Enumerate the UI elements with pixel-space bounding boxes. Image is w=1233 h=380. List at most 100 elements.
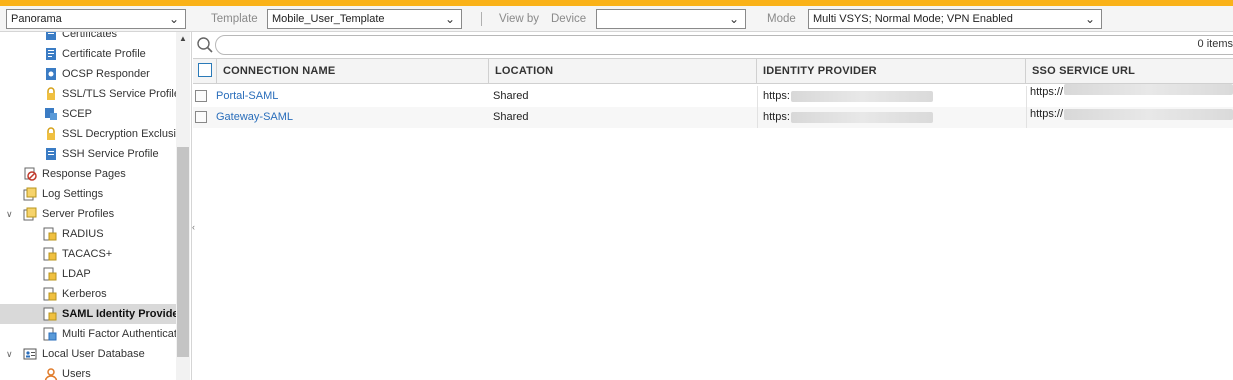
tree-item-label: SCEP (62, 108, 92, 120)
tree-item-ocsp-responder[interactable]: OCSP Responder (0, 64, 176, 84)
item-count: 0 items (1197, 38, 1233, 50)
scep-icon (45, 108, 57, 120)
server-profile-icon (43, 327, 57, 341)
ssh-profile-icon (46, 148, 56, 160)
chevron-down-icon: ⌄ (168, 12, 179, 26)
tree-item-ssl-tls-service-profile[interactable]: SSL/TLS Service Profile (0, 84, 176, 104)
sso-url-cell: https:// (1030, 108, 1064, 120)
cell-divider (757, 107, 758, 128)
sso-url-cell: https:// (1030, 86, 1064, 98)
redacted-value (791, 112, 933, 123)
cell-divider (757, 86, 758, 107)
context-toolbar: Panorama ⌄ Template Mobile_User_Template… (0, 6, 1233, 32)
tree-item-label: TACACS+ (62, 248, 113, 260)
scrollbar-thumb[interactable] (177, 147, 189, 357)
tree-item-radius[interactable]: RADIUS (0, 224, 176, 244)
server-profile-icon (43, 267, 57, 281)
tree-item-users[interactable]: Users (0, 364, 176, 380)
tree-item-label: Kerberos (62, 288, 107, 300)
tree-item-label: Log Settings (42, 188, 104, 200)
filter-bar: 0 items (193, 32, 1233, 58)
chevron-down-icon: ⌄ (444, 12, 455, 26)
column-header-connection-name[interactable]: CONNECTION NAME (217, 59, 489, 83)
tree-item-kerberos[interactable]: Kerberos (0, 284, 176, 304)
cell-divider (1026, 107, 1027, 128)
toolbar-separator (481, 12, 482, 26)
tree-item-scep[interactable]: SCEP (0, 104, 176, 124)
chevron-down-icon: ⌄ (1084, 12, 1095, 26)
template-select[interactable]: Mobile_User_Template ⌄ (267, 9, 462, 29)
tree-item-saml-identity-provider[interactable]: SAML Identity Provider (0, 304, 176, 324)
tree-item-label: RADIUS (62, 228, 104, 240)
tree-item-ssl-decryption-exclusion[interactable]: SSL Decryption Exclusion (0, 124, 176, 144)
tree-item-label: SAML Identity Provider (62, 308, 176, 320)
redacted-value (791, 91, 933, 102)
mode-label: Mode (767, 13, 796, 25)
chevron-down-icon[interactable]: ∨ (6, 204, 13, 224)
tree-item-ssh-service-profile[interactable]: SSH Service Profile (0, 144, 176, 164)
scroll-up-arrow-icon[interactable]: ▲ (179, 34, 187, 43)
search-input[interactable] (215, 35, 1233, 55)
select-all-cell (193, 59, 217, 83)
tree-item-label: Multi Factor Authentication (62, 328, 176, 340)
local-user-database-icon (23, 348, 37, 360)
tree-item-label: OCSP Responder (62, 68, 150, 80)
tree-item-label: Certificate Profile (62, 48, 146, 60)
tree-item-label: SSL/TLS Service Profile (62, 88, 176, 100)
location-cell: Shared (493, 111, 529, 123)
tree-item-label: Server Profiles (42, 208, 115, 220)
navigation-tree: Certificates Certificate Profile OCSP Re… (0, 32, 192, 380)
chevron-down-icon: ⌄ (728, 12, 739, 26)
select-all-checkbox[interactable] (198, 63, 212, 77)
column-header-identity-provider[interactable]: IDENTITY PROVIDER (757, 59, 1026, 83)
tree-item-label: Response Pages (42, 168, 126, 180)
row-checkbox[interactable] (195, 111, 207, 123)
server-profile-icon (43, 307, 57, 321)
tree-item-certificate-profile[interactable]: Certificate Profile (0, 44, 176, 64)
table-row[interactable]: Portal-SAML Shared https: https:// (193, 84, 1233, 107)
tree-item-local-user-database[interactable]: ∨ Local User Database (0, 344, 176, 364)
column-header-location[interactable]: LOCATION (489, 59, 757, 83)
chevron-down-icon[interactable]: ∨ (6, 344, 13, 364)
certificate-icon (46, 32, 56, 40)
tree-item-multi-factor-authentication[interactable]: Multi Factor Authentication (0, 324, 176, 344)
log-settings-icon (23, 187, 37, 201)
certificate-profile-icon (46, 48, 56, 60)
redacted-value (1064, 109, 1233, 120)
lock-icon (47, 127, 55, 140)
device-select[interactable]: ⌄ (596, 9, 746, 29)
table-row[interactable]: Gateway-SAML Shared https: https:// (193, 107, 1233, 128)
template-label: Template (211, 13, 258, 25)
row-checkbox[interactable] (195, 90, 207, 102)
connection-name-link[interactable]: Gateway-SAML (216, 107, 486, 128)
grid-header: CONNECTION NAME LOCATION IDENTITY PROVID… (193, 58, 1233, 84)
tree-item-server-profiles[interactable]: ∨ Server Profiles (0, 204, 176, 224)
column-header-sso-service-url[interactable]: SSO SERVICE URL (1026, 59, 1233, 83)
server-profile-icon (43, 247, 57, 261)
ocsp-responder-icon (46, 68, 56, 80)
tree-item-response-pages[interactable]: Response Pages (0, 164, 176, 184)
tree-item-label: Local User Database (42, 348, 145, 360)
identity-provider-cell: https: (763, 90, 790, 102)
redacted-value (1064, 84, 1233, 95)
cell-divider (1026, 86, 1027, 107)
context-select[interactable]: Panorama ⌄ (6, 9, 186, 29)
mode-select-value: Multi VSYS; Normal Mode; VPN Enabled (813, 13, 1013, 25)
search-icon (197, 37, 213, 53)
tree-item-certificates[interactable]: Certificates (0, 32, 176, 44)
tree-item-log-settings[interactable]: Log Settings (0, 184, 176, 204)
connection-name-link[interactable]: Portal-SAML (216, 86, 486, 107)
device-label: Device (551, 13, 587, 25)
server-profile-icon (43, 287, 57, 301)
server-profile-icon (43, 227, 57, 241)
template-select-value: Mobile_User_Template (272, 13, 385, 25)
tree-item-label: SSL Decryption Exclusion (62, 128, 176, 140)
tree-item-ldap[interactable]: LDAP (0, 264, 176, 284)
tree-scrollbar[interactable]: ▲ (176, 32, 190, 380)
user-icon (44, 368, 58, 380)
collapse-panel-icon[interactable]: ‹ (192, 222, 195, 232)
lock-icon (47, 87, 55, 100)
location-cell: Shared (493, 90, 529, 102)
mode-select[interactable]: Multi VSYS; Normal Mode; VPN Enabled ⌄ (808, 9, 1102, 29)
tree-item-tacacs[interactable]: TACACS+ (0, 244, 176, 264)
